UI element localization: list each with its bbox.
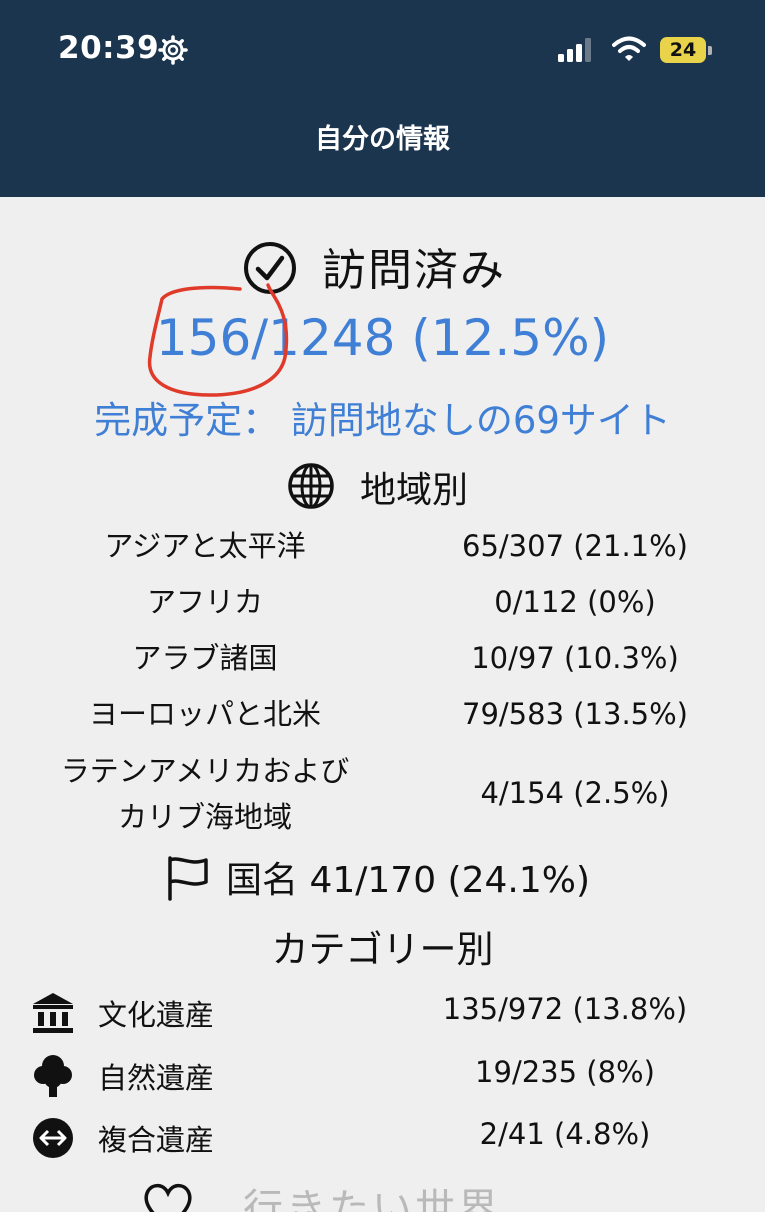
visited-total-count: 156/1248 (12.5%) [155, 309, 610, 367]
region-label: ラテンアメリカおよび [60, 754, 350, 788]
mixed-arrows-icon [33, 1118, 73, 1158]
nav-bar: 自分の情報 [0, 100, 765, 197]
globe-icon [288, 463, 334, 509]
region-label: アジアと太平洋 [104, 529, 306, 563]
region-label: アフリカ [146, 585, 263, 619]
gear-icon [158, 35, 188, 65]
category-row-natural[interactable]: 自然遺産 19/235 (8%) [0, 1045, 765, 1105]
profile-content[interactable]: 訪問済み 156/1248 (12.5%) 完成予定： 訪問地なしの69サイト … [0, 197, 765, 1212]
region-row[interactable]: アラブ諸国 10/97 (10.3%) [0, 634, 765, 683]
category-title: カテゴリー別 [271, 928, 494, 971]
flag-icon [168, 856, 208, 901]
category-row-cultural[interactable]: 文化遺産 135/972 (13.8%) [0, 982, 765, 1042]
visited-title: 訪問済み [322, 245, 506, 296]
heart-icon [144, 1183, 192, 1212]
region-label-line2: カリブ海地域 [117, 800, 292, 834]
region-row[interactable]: アジアと太平洋 65/307 (21.1%) [0, 522, 765, 571]
category-label: 文化遺産 [98, 998, 215, 1032]
category-row-mixed[interactable]: 複合遺産 2/41 (4.8%) [0, 1107, 765, 1167]
status-bar: 20:39 24 [0, 0, 765, 100]
category-label: 自然遺産 [98, 1061, 215, 1095]
battery-tip [708, 46, 712, 55]
category-value: 2/41 (4.8%) [479, 1117, 651, 1151]
region-row[interactable]: ラテンアメリカおよび カリブ海地域 4/154 (2.5%) [0, 747, 765, 847]
status-time: 20:39 [58, 30, 160, 66]
region-value: 10/97 (10.3%) [471, 641, 679, 675]
wishlist-header[interactable]: 行きたい世界 [0, 1172, 765, 1212]
region-header: 地域別 [0, 459, 765, 511]
region-value: 65/307 (21.1%) [462, 529, 688, 563]
visited-header: 訪問済み [0, 232, 765, 296]
region-label: ヨーロッパと北米 [88, 697, 321, 731]
region-value: 4/154 (2.5%) [480, 776, 670, 810]
category-value: 135/972 (13.8%) [442, 992, 688, 1026]
region-row[interactable]: ヨーロッパと北米 79/583 (13.5%) [0, 690, 765, 739]
region-label: アラブ諸国 [132, 641, 278, 675]
wifi-icon [612, 36, 646, 61]
wishlist-title: 行きたい世界 [243, 1186, 501, 1212]
tree-icon [34, 1055, 72, 1097]
category-label: 複合遺産 [98, 1123, 215, 1157]
region-title: 地域別 [360, 470, 469, 511]
battery-icon: 24 [660, 37, 712, 63]
country-count: 国名 41/170 (24.1%) [226, 860, 590, 901]
region-value: 79/583 (13.5%) [462, 697, 688, 731]
page-title: 自分の情報 [315, 124, 450, 155]
country-summary[interactable]: 国名 41/170 (24.1%) [0, 847, 765, 907]
signal-icon [558, 38, 591, 62]
region-row[interactable]: アフリカ 0/112 (0%) [0, 578, 765, 627]
completion-estimate[interactable]: 完成予定： 訪問地なしの69サイト [0, 390, 765, 444]
battery-level: 24 [660, 37, 706, 63]
category-value: 19/235 (8%) [475, 1055, 655, 1089]
region-value: 0/112 (0%) [494, 585, 656, 619]
museum-icon [33, 993, 73, 1033]
red-circle-annotation [147, 283, 289, 397]
